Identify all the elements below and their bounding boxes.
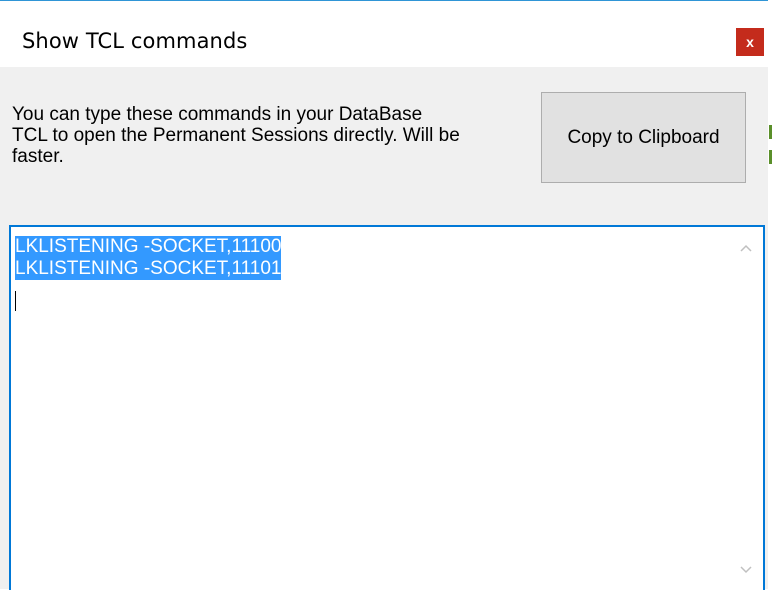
background-edge-mark [769, 150, 772, 164]
close-icon: x [746, 34, 754, 50]
copy-to-clipboard-button[interactable]: Copy to Clipboard [541, 92, 746, 183]
title-bar: Show TCL commands x [0, 1, 768, 67]
commands-text: LKLISTENING -SOCKET,11100 LKLISTENING -S… [15, 236, 282, 280]
background-edge-mark [769, 125, 772, 139]
background-window-edge [768, 0, 774, 589]
command-line: LKLISTENING -SOCKET,11100 [15, 236, 282, 258]
window-title: Show TCL commands [22, 29, 248, 53]
close-button[interactable]: x [736, 28, 764, 56]
commands-textarea[interactable]: LKLISTENING -SOCKET,11100 LKLISTENING -S… [9, 225, 765, 590]
chevron-up-icon[interactable] [739, 241, 753, 255]
chevron-down-icon[interactable] [739, 563, 753, 577]
description-text: You can type these commands in your Data… [12, 104, 460, 167]
text-caret [15, 291, 16, 311]
dialog-window: Show TCL commands x You can type these c… [0, 0, 768, 590]
vertical-scrollbar[interactable] [729, 227, 763, 590]
command-line: LKLISTENING -SOCKET,11101 [15, 258, 282, 280]
